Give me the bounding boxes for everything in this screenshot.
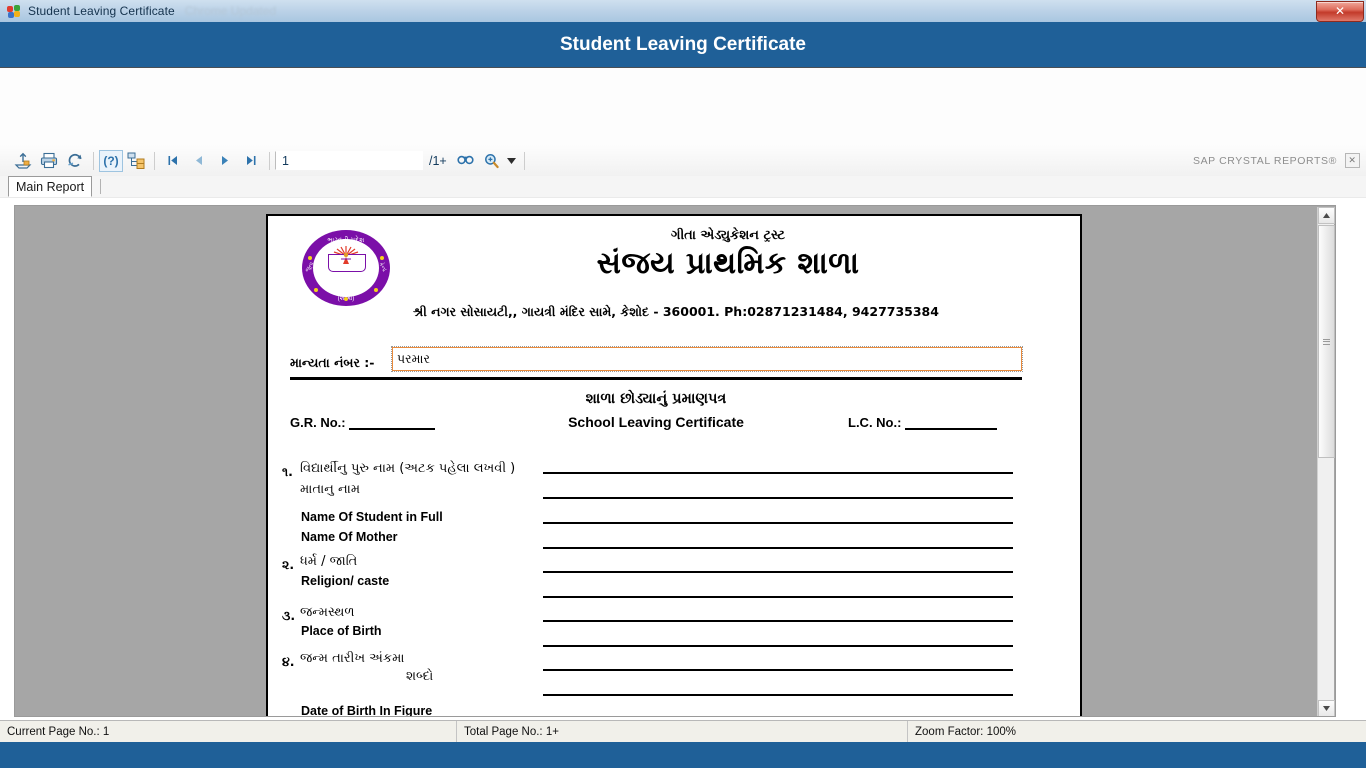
lc-no-field: L.C. No.:: [848, 415, 998, 430]
group-tree-icon[interactable]: [123, 149, 149, 173]
find-icon[interactable]: [453, 149, 479, 173]
recognition-number-input[interactable]: પરમાર: [391, 346, 1023, 372]
row-gujarati-label: ધર્મ / જાતિ: [300, 554, 358, 569]
row-english-label: Religion/ caste: [301, 574, 390, 588]
tab-divider: [100, 179, 102, 194]
row-gujarati-label: શબ્દો: [406, 669, 434, 684]
recognition-number-label: માન્યતા નંબર :-: [290, 355, 375, 370]
viewer-vertical-scrollbar[interactable]: [1317, 207, 1335, 716]
page-total-label: /1+: [429, 153, 447, 168]
zoom-icon[interactable]: [479, 149, 505, 173]
bottom-accent-bar: [0, 742, 1366, 768]
filter-panel: Course: 1 Semester: 1 Class: A Student N…: [0, 68, 1366, 202]
row-number: ૩.: [282, 608, 296, 623]
scrollbar-grip-icon: [1323, 337, 1330, 346]
scroll-down-button[interactable]: [1318, 700, 1335, 716]
gr-no-blank: [349, 416, 436, 430]
row-number: ૧.: [282, 464, 293, 479]
sap-brand-label: SAP CRYSTAL REPORTS®: [1192, 154, 1337, 167]
certificate-title-gujarati: શાળા છોડ્યાનું પ્રમાણપત્ર: [585, 391, 727, 407]
row-gujarati-label: જન્મ તારીખ અંકમા: [300, 651, 405, 666]
zoom-dropdown-icon[interactable]: [505, 149, 519, 173]
os-window-title: Student Leaving Certificate: [28, 4, 175, 18]
page-number-input[interactable]: 1: [275, 151, 423, 170]
sap-crystal-reports-brand: SAP CRYSTAL REPORTS® ✕: [1193, 153, 1360, 168]
tab-main-report[interactable]: Main Report: [8, 176, 93, 197]
status-zoom-factor: Zoom Factor: 100%: [915, 726, 1016, 738]
toggle-help-icon[interactable]: (?): [99, 149, 123, 172]
report-viewer: ભાગ્વંતી પ્રદેશ કેળવણી મંડળ જૂના કેન્દ્ર…: [0, 197, 1366, 720]
refresh-icon[interactable]: [62, 149, 88, 173]
logo-figure-icon: [341, 252, 351, 264]
header-divider: [290, 377, 1022, 380]
lc-no-blank: [905, 416, 998, 430]
row-english-label: Place of Birth: [301, 624, 382, 638]
report-tab-strip: Main Report: [0, 176, 1366, 198]
row-gujarati-label: માતાનુ નામ: [300, 482, 361, 497]
close-window-button[interactable]: ✕: [1316, 0, 1364, 22]
app-icon: [6, 3, 22, 19]
os-title-bar: Student Leaving Certificate Chrome Updat…: [0, 0, 1366, 23]
gr-no-label: G.R. No.:: [290, 415, 346, 430]
print-icon[interactable]: [36, 149, 62, 173]
report-page: ભાગ્વંતી પ્રદેશ કેળવણી મંડળ જૂના કેન્દ્ર…: [266, 214, 1082, 717]
row-gujarati-label: વિદ્યાર્થીનુ પુરુ નામ (અટક પહેલા લખવી ): [300, 461, 516, 476]
gr-no-field: G.R. No.:: [290, 415, 436, 430]
school-address: શ્રી નગર સોસાયટી,, ગાયત્રી મંદિર સામે, ક…: [413, 304, 939, 319]
row-number: ૨.: [282, 557, 295, 572]
row-english-label: Name Of Student in Full: [301, 510, 443, 524]
scroll-up-button[interactable]: [1318, 207, 1335, 224]
first-page-icon[interactable]: [160, 149, 186, 173]
row-english-label: Date of Birth In Figure: [301, 704, 433, 717]
scrollbar-thumb[interactable]: [1318, 225, 1335, 458]
prev-page-icon[interactable]: [186, 149, 212, 173]
last-page-icon[interactable]: [238, 149, 264, 173]
page-title: Student Leaving Certificate: [560, 33, 806, 55]
row-english-label: Name Of Mother: [301, 530, 398, 544]
trust-name: ગીતા એડ્યુકેશન ટ્રસ્ટ: [670, 228, 786, 243]
next-page-icon[interactable]: [212, 149, 238, 173]
status-total-page: Total Page No.: 1+: [464, 726, 559, 738]
export-icon[interactable]: [10, 149, 36, 173]
school-logo: ભાગ્વંતી પ્રદેશ કેળવણી મંડળ જૂના કેન્દ્ર…: [302, 230, 390, 306]
crystal-report-toolbar: (?) 1 /1+ SAP CRYSTAL REPORTS® ✕: [0, 145, 1366, 177]
school-name: સંજય પ્રાથમિક શાળા: [596, 246, 860, 281]
status-current-page: Current Page No.: 1: [7, 726, 110, 738]
app-header: Student Leaving Certificate: [0, 22, 1366, 68]
certificate-content: ભાગ્વંતી પ્રદેશ કેળવણી મંડળ જૂના કેન્દ્ર…: [268, 216, 1080, 717]
row-gujarati-label: જન્મસ્થળ: [300, 605, 355, 620]
status-bar: Current Page No.: 1 Total Page No.: 1+ Z…: [0, 720, 1366, 744]
close-icon[interactable]: ✕: [1345, 153, 1360, 168]
report-canvas: ભાગ્વંતી પ્રદેશ કેળવણી મંડળ જૂના કેન્દ્ર…: [14, 205, 1336, 717]
lc-no-label: L.C. No.:: [848, 415, 902, 430]
os-window-ghost-text: Chrome Updated: [184, 4, 277, 18]
application-window: Student Leaving Certificate Chrome Updat…: [0, 0, 1366, 768]
row-number: ૪.: [282, 654, 295, 669]
window-controls: ✕: [1316, 0, 1366, 22]
